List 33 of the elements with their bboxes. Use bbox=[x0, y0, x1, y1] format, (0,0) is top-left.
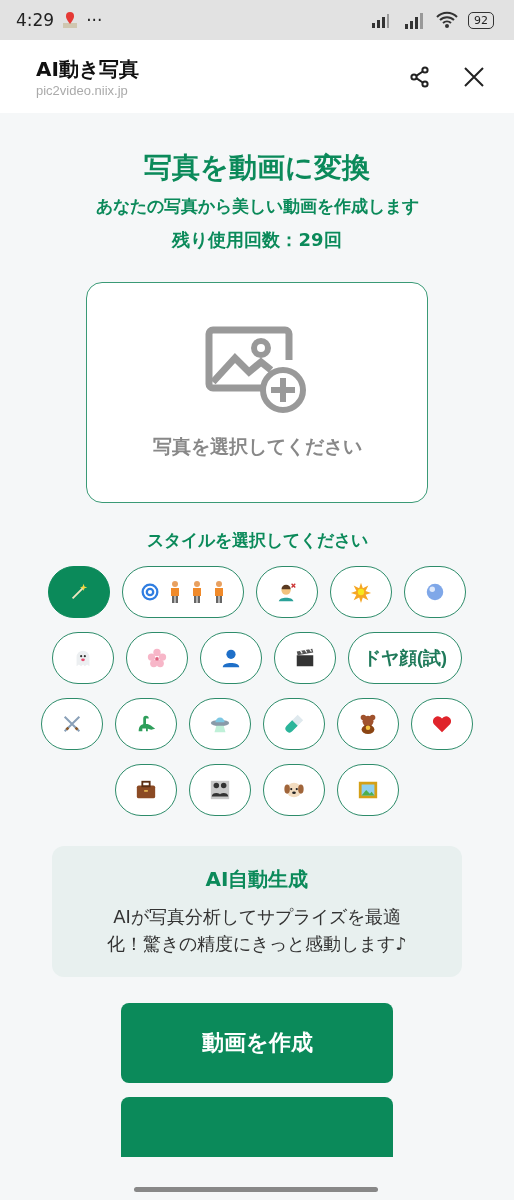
battery-level: 92 bbox=[468, 11, 494, 29]
style-chip[interactable]: ドヤ顔(試) bbox=[348, 632, 462, 684]
hero-title: 写真を動画に変換 bbox=[144, 150, 370, 186]
briefcase-icon bbox=[135, 779, 157, 801]
create-video-button[interactable]: 動画を作成 bbox=[121, 1003, 393, 1083]
close-icon bbox=[462, 64, 486, 89]
info-title: AI自動生成 bbox=[205, 866, 309, 893]
page-title: AI動き写真 bbox=[36, 55, 139, 83]
hero-subtitle: あなたの写真から美しい動画を作成します bbox=[95, 195, 419, 218]
style-heading: スタイルを選択してください bbox=[146, 529, 368, 552]
upload-label: 写真を選択してください bbox=[152, 433, 362, 459]
add-image-icon bbox=[205, 325, 309, 416]
flower-icon bbox=[146, 647, 168, 669]
style-chip[interactable] bbox=[189, 764, 251, 816]
style-chip[interactable] bbox=[274, 632, 336, 684]
map-pin-icon bbox=[62, 11, 79, 29]
style-chip[interactable] bbox=[115, 764, 177, 816]
info-text: AIが写真分析してサプライズを最適化！驚きの精度にきっと感動します♪ bbox=[106, 905, 408, 956]
page-url: pic2video.niix.jp bbox=[36, 82, 129, 98]
framed-picture-icon bbox=[357, 779, 379, 801]
person-icon bbox=[220, 647, 242, 669]
heart-icon bbox=[431, 713, 453, 735]
status-time: 4:29 bbox=[16, 10, 55, 30]
test-tube-icon bbox=[283, 713, 305, 735]
share-icon bbox=[408, 64, 432, 89]
signal-icon bbox=[370, 12, 390, 28]
remaining-count: 残り使用回数：29回 bbox=[172, 228, 342, 252]
style-chip[interactable] bbox=[337, 698, 399, 750]
crossed-swords-icon bbox=[61, 713, 83, 735]
clapperboard-icon bbox=[294, 647, 316, 669]
more-indicator: ··· bbox=[86, 10, 103, 30]
wifi-icon bbox=[436, 11, 458, 29]
photo-upload-area[interactable]: 写真を選択してください bbox=[86, 282, 428, 503]
